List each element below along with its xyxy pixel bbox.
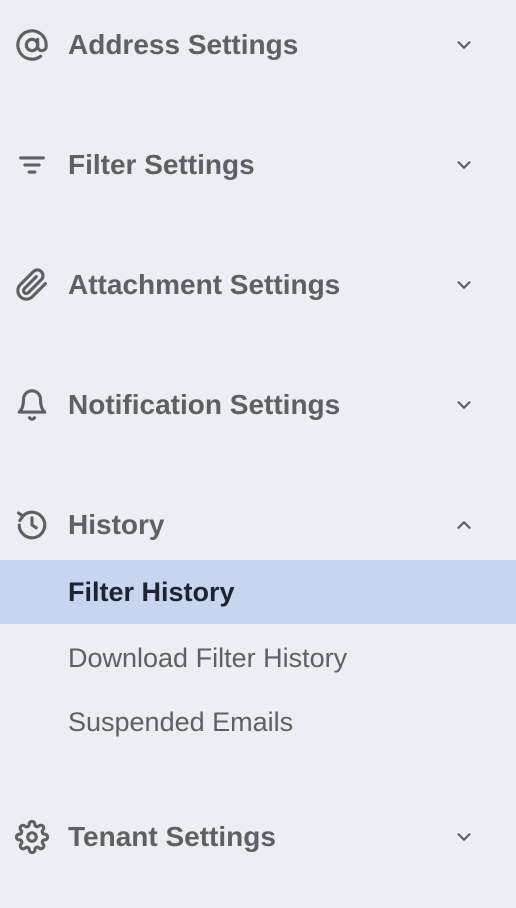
section-label: Address Settings [68,29,299,60]
gear-icon [14,819,50,855]
chevron-down-icon[interactable] [448,389,480,421]
filter-lines-icon [14,147,50,183]
sub-item-label: Download Filter History [68,642,348,673]
section-attachment-settings[interactable]: Attachment Settings [0,255,516,315]
section-label: Attachment Settings [68,269,341,300]
sub-item-label: Filter History [68,576,235,607]
paperclip-icon [14,267,50,303]
section-label: History [68,509,165,540]
sub-item-suspended-emails[interactable]: Suspended Emails [0,690,516,754]
chevron-up-icon[interactable] [448,509,480,541]
section-label: Filter Settings [68,149,255,180]
settings-sidebar: Address Settings Filter Settings Attachm… [0,0,516,908]
at-sign-icon [14,27,50,63]
chevron-down-icon[interactable] [448,149,480,181]
sub-item-download-filter-history[interactable]: Download Filter History [0,626,516,690]
sub-item-filter-history[interactable]: Filter History [0,560,516,624]
section-tenant-settings[interactable]: Tenant Settings [0,807,516,867]
bell-icon [14,387,50,423]
section-label: Notification Settings [68,389,341,420]
section-label: Tenant Settings [68,821,276,852]
chevron-down-icon[interactable] [448,29,480,61]
section-filter-settings[interactable]: Filter Settings [0,135,516,195]
section-notification-settings[interactable]: Notification Settings [0,375,516,435]
chevron-down-icon[interactable] [448,269,480,301]
sub-item-label: Suspended Emails [68,706,294,737]
section-history[interactable]: History [0,495,516,555]
history-icon [14,507,50,543]
chevron-down-icon[interactable] [448,821,480,853]
section-address-settings[interactable]: Address Settings [0,15,516,75]
